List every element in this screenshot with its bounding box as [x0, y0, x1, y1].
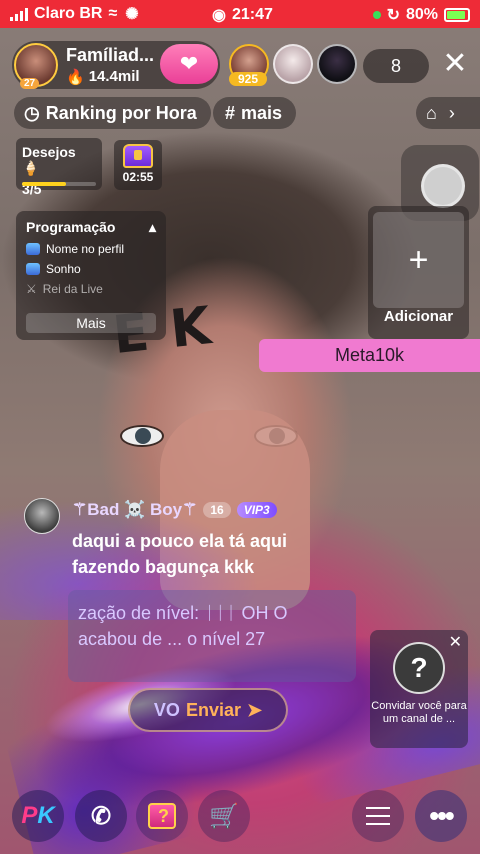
bottom-toolbar: PK ✆ 🛒 •••	[0, 790, 480, 844]
caret-up-icon[interactable]: ▴	[149, 219, 156, 236]
level-up-notice: zação de nível: ᛁᛁᛁ OH O acabou de ... o…	[68, 590, 356, 682]
carrier-name: Claro BR	[34, 5, 103, 22]
vip-badge: VIP3	[236, 502, 277, 518]
status-bar: Claro BR ≈ ✺ ◉ 21:47 ↻ 80%	[0, 0, 480, 28]
chat-username: ⚚Bad ☠️ Boy⚚	[72, 500, 198, 519]
fans-count: 14.4mil	[88, 68, 140, 85]
send-label: Enviar	[185, 699, 241, 720]
chest-timer: 02:55	[122, 170, 154, 184]
status-right: ↻ 80%	[372, 5, 470, 25]
more-options-button[interactable]: •••	[415, 790, 467, 842]
send-prefix: VO	[153, 699, 180, 720]
mystery-gift-icon	[148, 803, 176, 829]
wishes-panel[interactable]: Desejos 🍦 3/5	[16, 138, 102, 197]
house-button[interactable]: ⌂ ›	[416, 97, 480, 129]
ranking-hour-button[interactable]: ◷ Ranking por Hora	[14, 97, 211, 129]
more-label: mais	[241, 102, 283, 123]
chat-message: daqui a pouco ela tá aqui fazendo bagunç…	[72, 531, 288, 577]
hashtag-icon: #	[225, 102, 236, 123]
host-fans: 🔥 14.4mil	[66, 68, 154, 86]
screen-record-icon: ◉	[212, 7, 226, 24]
send-gift-button[interactable]: VO Enviar ➤	[128, 688, 288, 732]
cart-icon: 🛒	[209, 802, 239, 830]
question-mark-icon: ?	[393, 642, 445, 694]
phone-icon: ✆	[90, 802, 112, 830]
follow-heart-button[interactable]: ❤	[160, 44, 218, 84]
chat-user-row[interactable]: ⚚Bad ☠️ Boy⚚ 16 VIP3	[72, 500, 277, 520]
host-avatar[interactable]: 27	[14, 43, 58, 89]
wishes-progress-fill	[22, 182, 67, 186]
rotation-lock-icon: ↻	[386, 7, 400, 24]
mic-indicator-icon	[372, 11, 381, 19]
programming-item[interactable]: Sonho	[26, 262, 156, 276]
treasure-chest-icon	[123, 144, 153, 168]
flame-icon: 🔥	[66, 68, 85, 86]
plus-icon[interactable]: +	[373, 212, 464, 308]
battery-percent: 80%	[405, 6, 438, 23]
clock-icon: ◷	[24, 102, 40, 123]
programming-more-button[interactable]: Mais	[26, 313, 156, 333]
sword-icon: ⚔	[26, 282, 37, 296]
ice-cream-icon: 🍦	[22, 160, 40, 176]
shop-button[interactable]: 🛒	[198, 790, 250, 842]
invite-text: Convidar você para um canal de ...	[371, 700, 467, 725]
wishes-title: Desejos 🍦	[22, 144, 76, 176]
chevron-right-icon: ›	[448, 102, 455, 123]
gift-button[interactable]	[136, 790, 188, 842]
clock-time: 21:47	[231, 6, 273, 23]
top-viewer-avatar-3[interactable]	[317, 44, 357, 84]
ranking-label: Ranking por Hora	[45, 102, 197, 123]
close-icon[interactable]: ✕	[449, 632, 462, 652]
menu-icon	[366, 807, 390, 809]
video-call-button[interactable]: ✆	[75, 790, 127, 842]
left-eye	[120, 425, 164, 447]
treasure-chest-button[interactable]: 02:55	[114, 140, 162, 190]
winged-heart-icon: ❤	[179, 51, 199, 76]
viewer-count[interactable]: 8	[363, 49, 429, 83]
add-label: Adicionar	[383, 308, 454, 325]
program-icon	[26, 263, 40, 275]
loading-icon: ✺	[125, 6, 139, 23]
programming-title: Programação	[26, 219, 116, 235]
top-viewer-badge: 925	[229, 72, 267, 86]
chat-user-avatar[interactable]	[24, 498, 60, 534]
host-level-badge: 27	[20, 78, 40, 89]
programming-panel: Programação ▴ Nome no perfil Sonho ⚔ Rei …	[16, 211, 166, 340]
battery-icon	[444, 8, 470, 22]
close-icon[interactable]: ✕	[440, 49, 470, 80]
wifi-icon: ≈	[108, 5, 118, 22]
programming-header[interactable]: Programação ▴	[26, 219, 156, 236]
programming-item[interactable]: ⚔ Rei da Live	[26, 282, 156, 296]
host-name: Famíliad...	[66, 44, 155, 65]
user-level-badge: 16	[203, 502, 231, 518]
clock: ◉ 21:47	[212, 5, 273, 25]
signal-icon	[10, 7, 28, 21]
wishes-progress-bar	[22, 182, 96, 186]
invite-card[interactable]: ✕ ? Convidar você para um canal de ...	[370, 630, 468, 748]
house-icon: ⌂	[426, 102, 437, 123]
rocket-icon: ➤	[246, 699, 263, 720]
top-viewer-avatar-2[interactable]	[273, 44, 313, 84]
goal-banner[interactable]: Meta10k	[259, 339, 480, 372]
ellipsis-icon: •••	[429, 800, 454, 831]
program-icon	[26, 243, 40, 255]
pk-button[interactable]: PK	[12, 790, 64, 842]
menu-button[interactable]	[352, 790, 404, 842]
hashtag-more-button[interactable]: # mais	[213, 97, 297, 129]
programming-item[interactable]: Nome no perfil	[26, 242, 156, 256]
add-panel[interactable]: + Adicionar	[368, 206, 469, 339]
